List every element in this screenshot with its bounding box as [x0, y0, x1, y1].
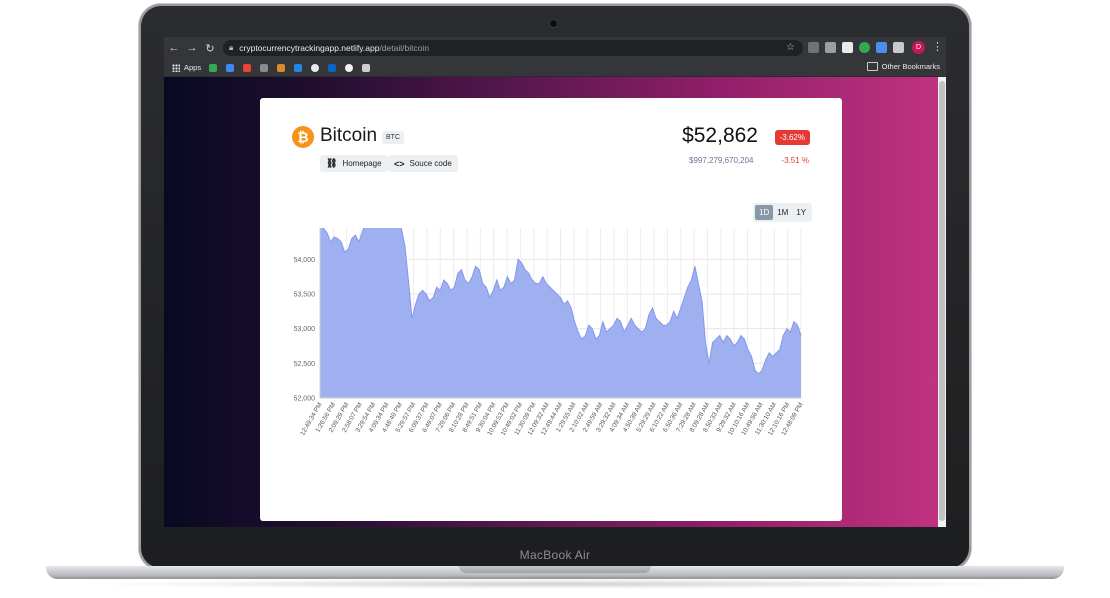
apps-grid-icon[interactable] — [172, 63, 180, 72]
globe-bookmark-icon[interactable] — [311, 63, 320, 72]
other-bookmarks[interactable]: Other Bookmarks — [866, 62, 940, 71]
w-bookmark-icon[interactable] — [260, 63, 269, 72]
y-tick-label: 54,500 — [294, 228, 316, 229]
address-bar[interactable]: 🔒︎ cryptocurrencytrackingapp.netlify.app… — [223, 40, 803, 56]
extension-icon[interactable] — [876, 42, 887, 53]
price-change-badge: -3.62% — [774, 130, 810, 145]
scrollbar-thumb[interactable] — [939, 81, 945, 521]
source-code-button[interactable]: <> Souce code — [388, 155, 458, 172]
bookmark-icon[interactable] — [277, 63, 286, 72]
bookmark-star-icon[interactable]: ☆ — [786, 42, 795, 53]
bookmarks-bar: Apps Other Bookmarks — [164, 59, 946, 77]
screen: ← → ↻ 🔒︎ cryptocurrencytrackingapp.netli… — [164, 37, 946, 527]
extension-icons — [808, 42, 904, 53]
apps-bookmark[interactable]: Apps — [184, 63, 201, 72]
y-tick-label: 53,500 — [294, 292, 316, 299]
range-button-1y[interactable]: 1Y — [792, 205, 810, 220]
device-model-label: MacBook Air — [519, 548, 591, 562]
price-change-secondary: -3.51 % — [781, 156, 809, 165]
gmail-bookmark-icon[interactable] — [243, 63, 252, 72]
folder-icon — [866, 62, 878, 71]
bookmark-icon[interactable] — [294, 63, 303, 72]
y-tick-label: 54,000 — [294, 257, 316, 264]
homepage-label: Homepage — [342, 159, 382, 168]
url-text: cryptocurrencytrackingapp.netlify.app/de… — [239, 43, 430, 53]
market-cap: $997,279,670,204 — [689, 156, 754, 165]
laptop-shadow — [80, 579, 1030, 589]
github-bookmark-icon[interactable] — [345, 63, 354, 72]
link-icon: ⛓ — [326, 158, 338, 168]
laptop-notch — [459, 566, 651, 573]
y-tick-label: 52,000 — [294, 396, 316, 403]
source-code-label: Souce code — [409, 159, 452, 168]
puzzle-icon[interactable] — [893, 42, 904, 53]
calendar-bookmark-icon[interactable] — [226, 63, 235, 72]
drive-bookmark-icon[interactable] — [209, 63, 218, 72]
forward-icon[interactable]: → — [184, 42, 200, 54]
y-tick-label: 52,500 — [294, 361, 316, 368]
profile-avatar[interactable]: D — [912, 41, 925, 54]
extension-icon[interactable] — [859, 42, 870, 53]
camera-icon — [550, 20, 557, 27]
bitcoin-icon: ₿ — [292, 126, 314, 148]
time-range-toggle: 1D 1M 1Y — [753, 203, 813, 222]
extension-icon[interactable] — [825, 42, 836, 53]
current-price: $52,862 — [682, 124, 758, 147]
lock-icon: 🔒︎ — [229, 43, 234, 52]
reload-icon[interactable]: ↻ — [202, 42, 218, 55]
bookmark-icon[interactable] — [362, 63, 371, 72]
coin-symbol-badge: BTC — [382, 131, 404, 144]
extension-icon[interactable] — [842, 42, 853, 53]
range-button-1d[interactable]: 1D — [755, 205, 774, 220]
range-button-1m[interactable]: 1M — [773, 205, 792, 220]
coin-detail-card: ₿ Bitcoin BTC ⛓ Homepage <> Souce code $… — [260, 98, 842, 521]
menu-icon[interactable]: ⋮ — [932, 40, 943, 53]
page-background: ₿ Bitcoin BTC ⛓ Homepage <> Souce code $… — [164, 77, 946, 527]
extension-icon[interactable] — [808, 42, 819, 53]
back-icon[interactable]: ← — [166, 42, 182, 54]
homepage-button[interactable]: ⛓ Homepage — [320, 155, 388, 172]
coin-name: Bitcoin — [320, 125, 378, 146]
price-chart: 1 Day Price Change52,00052,50053,00053,5… — [294, 228, 805, 437]
linkedin-bookmark-icon[interactable] — [328, 63, 337, 72]
code-icon: <> — [394, 158, 405, 169]
y-tick-label: 53,000 — [294, 326, 316, 333]
